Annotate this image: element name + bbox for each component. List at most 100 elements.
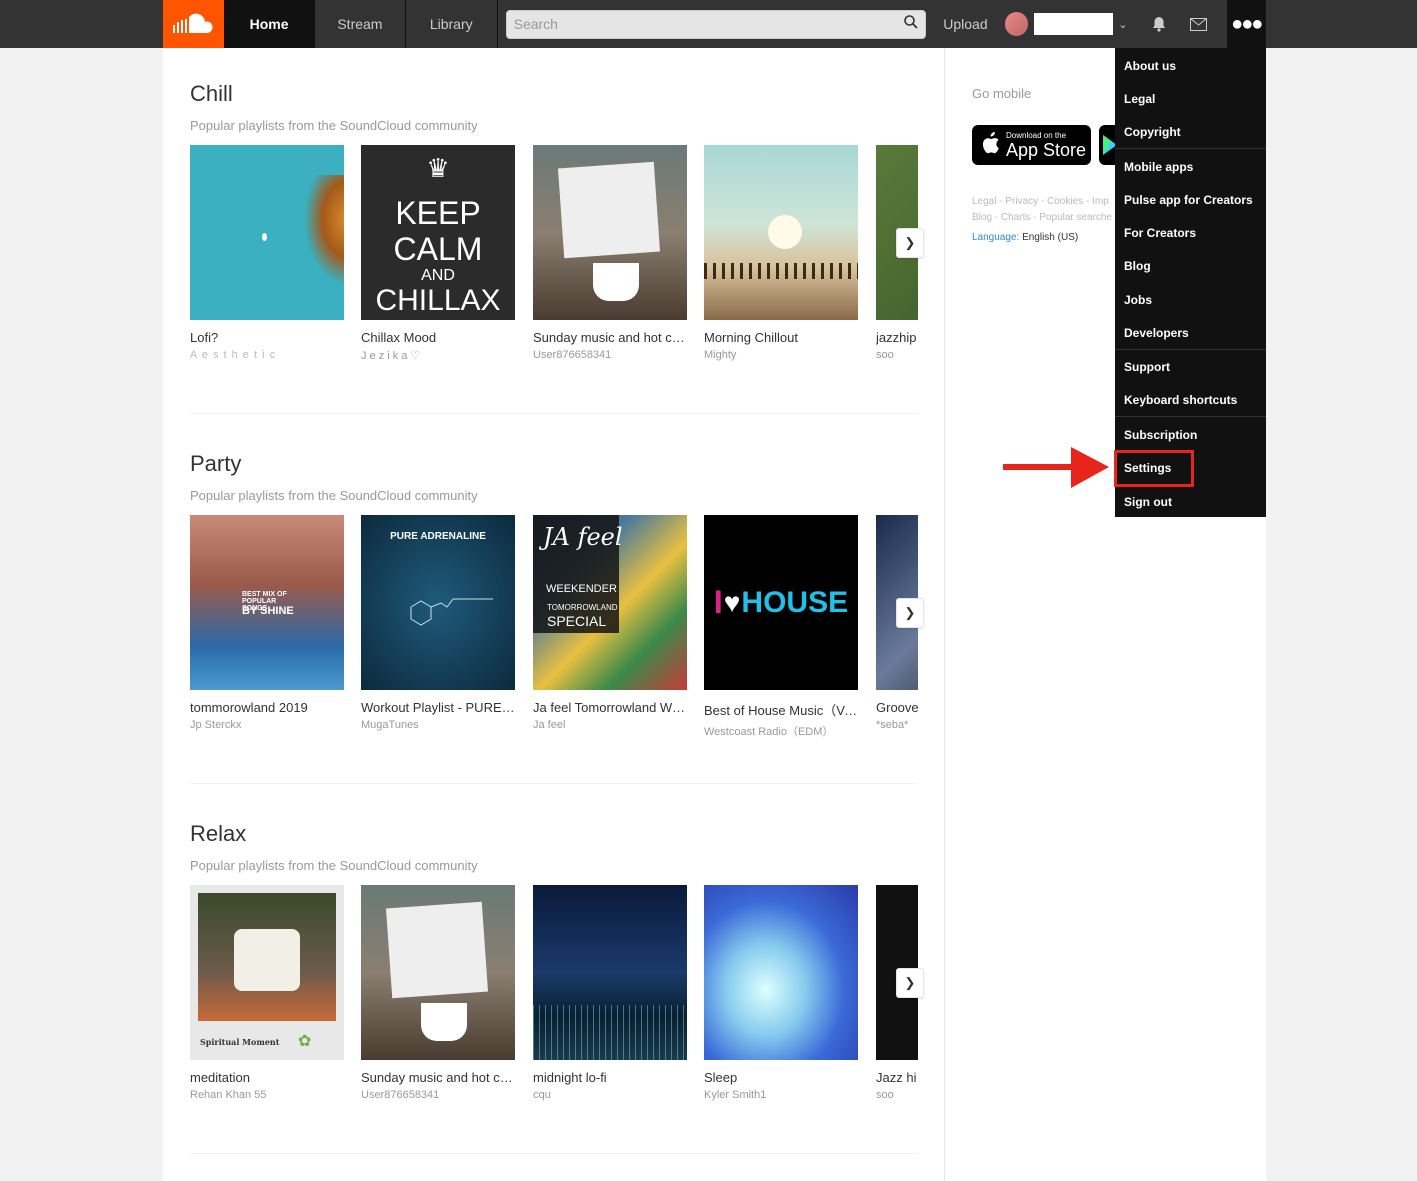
- menu-item-keyboard-shortcuts[interactable]: Keyboard shortcuts: [1124, 393, 1237, 407]
- menu-item-pulse-app[interactable]: Pulse app for Creators: [1124, 193, 1253, 207]
- playlist-title[interactable]: Sunday music and hot cof...: [361, 1070, 515, 1085]
- footer-links-line[interactable]: Legal - Privacy - Cookies - Imp: [972, 194, 1117, 210]
- playlist-artwork[interactable]: [704, 145, 858, 320]
- playlist-title[interactable]: Groove: [876, 700, 918, 715]
- playlist-card[interactable]: Spiritual Moment ✿ meditation Rehan Khan…: [190, 885, 344, 1101]
- playlist-artwork[interactable]: ♛ KEEP CALM AND CHILLAX: [361, 145, 515, 320]
- artwork-text: KEEP: [395, 195, 481, 231]
- playlist-title[interactable]: Workout Playlist - PURE A...: [361, 700, 515, 715]
- playlist-title[interactable]: Morning Chillout: [704, 330, 858, 345]
- playlist-card[interactable]: Lofi? A e s t h e t i c: [190, 145, 344, 361]
- language-selector[interactable]: Language: English (US): [972, 232, 1078, 243]
- playlist-title[interactable]: Jazz hi: [876, 1070, 918, 1085]
- artwork-text: WEEKENDER: [546, 583, 617, 595]
- playlist-artwork[interactable]: [361, 885, 515, 1060]
- menu-item-mobile-apps[interactable]: Mobile apps: [1124, 160, 1193, 174]
- menu-item-developers[interactable]: Developers: [1124, 326, 1189, 340]
- playlist-user[interactable]: soo: [876, 1089, 918, 1101]
- playlist-card[interactable]: midnight lo-fi cqu: [533, 885, 687, 1101]
- playlist-title[interactable]: jazzhip: [876, 330, 918, 345]
- playlist-card[interactable]: Sunday music and hot cof... User87665834…: [361, 885, 515, 1101]
- menu-item-copyright[interactable]: Copyright: [1124, 125, 1181, 139]
- playlist-card[interactable]: BEST MIX OF POPULAR SONGS BY SHINE tommo…: [190, 515, 344, 731]
- chevron-down-icon[interactable]: ⌄: [1118, 18, 1127, 31]
- artwork-text: HOUSE: [741, 585, 849, 619]
- footer-links[interactable]: Legal - Privacy - Cookies - Imp Blog - C…: [972, 194, 1117, 226]
- playlist-artwork[interactable]: [190, 145, 344, 320]
- menu-item-about-us[interactable]: About us: [1124, 59, 1176, 73]
- search-icon[interactable]: [904, 14, 918, 34]
- menu-item-subscription[interactable]: Subscription: [1124, 428, 1197, 442]
- playlist-title[interactable]: meditation: [190, 1070, 344, 1085]
- playlist-title[interactable]: Best of House Music（Vol....: [704, 700, 858, 719]
- avatar[interactable]: [1004, 12, 1029, 36]
- language-value[interactable]: English (US): [1022, 232, 1078, 243]
- playlist-user[interactable]: Kyler Smith1: [704, 1089, 858, 1101]
- username-field[interactable]: [1034, 13, 1114, 35]
- more-options-icon[interactable]: ●●●: [1226, 0, 1266, 48]
- playlist-title[interactable]: tommorowland 2019: [190, 700, 344, 715]
- menu-item-support[interactable]: Support: [1124, 360, 1170, 374]
- playlist-card[interactable]: Sunday music and hot cof... User87665834…: [533, 145, 687, 361]
- playlist-user[interactable]: User876658341: [361, 1089, 515, 1101]
- playlist-user[interactable]: User876658341: [533, 349, 687, 361]
- playlist-carousel: BEST MIX OF POPULAR SONGS BY SHINE tommo…: [190, 515, 918, 745]
- tab-home[interactable]: Home: [224, 0, 315, 48]
- app-store-badge[interactable]: Download on the App Store: [972, 125, 1091, 165]
- menu-item-sign-out[interactable]: Sign out: [1124, 495, 1172, 509]
- playlist-artwork[interactable]: [533, 885, 687, 1060]
- search-input[interactable]: [513, 16, 905, 32]
- footer-links-line[interactable]: Blog - Charts - Popular searche: [972, 210, 1117, 226]
- playlist-artwork[interactable]: JA feel WEEKENDER TOMORROWLAND SPECIAL: [533, 515, 687, 690]
- playlist-user[interactable]: Jp Sterckx: [190, 719, 344, 731]
- section-chill: Chill Popular playlists from the SoundCl…: [190, 81, 918, 362]
- playlist-artwork[interactable]: [704, 885, 858, 1060]
- carousel-next-button[interactable]: ❯: [896, 598, 924, 628]
- playlist-user[interactable]: J e z i k a ♡: [361, 349, 515, 362]
- bell-icon[interactable]: [1152, 16, 1166, 32]
- go-mobile-heading: Go mobile: [972, 86, 1032, 101]
- upload-link[interactable]: Upload: [943, 16, 987, 32]
- playlist-user[interactable]: Westcoast Radio（EDM）: [704, 723, 858, 739]
- main-content: Chill Popular playlists from the SoundCl…: [163, 48, 945, 1181]
- playlist-user[interactable]: cqu: [533, 1089, 687, 1101]
- playlist-card[interactable]: I ♥ HOUSE Best of House Music（Vol.... We…: [704, 515, 858, 739]
- menu-item-blog[interactable]: Blog: [1124, 259, 1151, 273]
- section-subtitle: Popular playlists from the SoundCloud co…: [190, 118, 478, 133]
- playlist-card[interactable]: JA feel WEEKENDER TOMORROWLAND SPECIAL J…: [533, 515, 687, 731]
- playlist-artwork[interactable]: BEST MIX OF POPULAR SONGS BY SHINE: [190, 515, 344, 690]
- section-party: Party Popular playlists from the SoundCl…: [190, 451, 918, 738]
- menu-item-legal[interactable]: Legal: [1124, 92, 1155, 106]
- playlist-user[interactable]: Rehan Khan 55: [190, 1089, 344, 1101]
- menu-item-for-creators[interactable]: For Creators: [1124, 226, 1196, 240]
- playlist-user[interactable]: *seba*: [876, 719, 918, 731]
- crown-icon: ♛: [426, 153, 450, 183]
- menu-item-jobs[interactable]: Jobs: [1124, 293, 1152, 307]
- playlist-user[interactable]: MugaTunes: [361, 719, 515, 731]
- playlist-user[interactable]: Ja feel: [533, 719, 687, 731]
- playlist-user[interactable]: soo: [876, 349, 918, 361]
- playlist-card[interactable]: PURE ADRENALINE Workout Playlist - PURE …: [361, 515, 515, 731]
- mail-icon[interactable]: [1189, 17, 1207, 31]
- carousel-next-button[interactable]: ❯: [896, 968, 924, 998]
- playlist-artwork[interactable]: PURE ADRENALINE: [361, 515, 515, 690]
- playlist-card[interactable]: Morning Chillout Mighty: [704, 145, 858, 361]
- playlist-artwork[interactable]: I ♥ HOUSE: [704, 515, 858, 690]
- carousel-next-button[interactable]: ❯: [896, 228, 924, 258]
- playlist-user[interactable]: A e s t h e t i c: [190, 349, 344, 361]
- playlist-title[interactable]: Chillax Mood: [361, 330, 515, 345]
- playlist-title[interactable]: midnight lo-fi: [533, 1070, 687, 1085]
- tab-stream[interactable]: Stream: [315, 0, 406, 48]
- playlist-title[interactable]: Ja feel Tomorrowland We...: [533, 700, 687, 715]
- playlist-artwork[interactable]: [533, 145, 687, 320]
- tab-library[interactable]: Library: [406, 0, 498, 48]
- section-title: Party: [190, 451, 242, 476]
- playlist-title[interactable]: Sleep: [704, 1070, 858, 1085]
- playlist-user[interactable]: Mighty: [704, 349, 858, 361]
- playlist-title[interactable]: Sunday music and hot cof...: [533, 330, 687, 345]
- playlist-card[interactable]: ♛ KEEP CALM AND CHILLAX Chillax Mood J e…: [361, 145, 515, 362]
- playlist-artwork[interactable]: Spiritual Moment ✿: [190, 885, 344, 1060]
- soundcloud-logo-icon[interactable]: [163, 0, 225, 48]
- playlist-card[interactable]: Sleep Kyler Smith1: [704, 885, 858, 1101]
- playlist-title[interactable]: Lofi?: [190, 330, 344, 345]
